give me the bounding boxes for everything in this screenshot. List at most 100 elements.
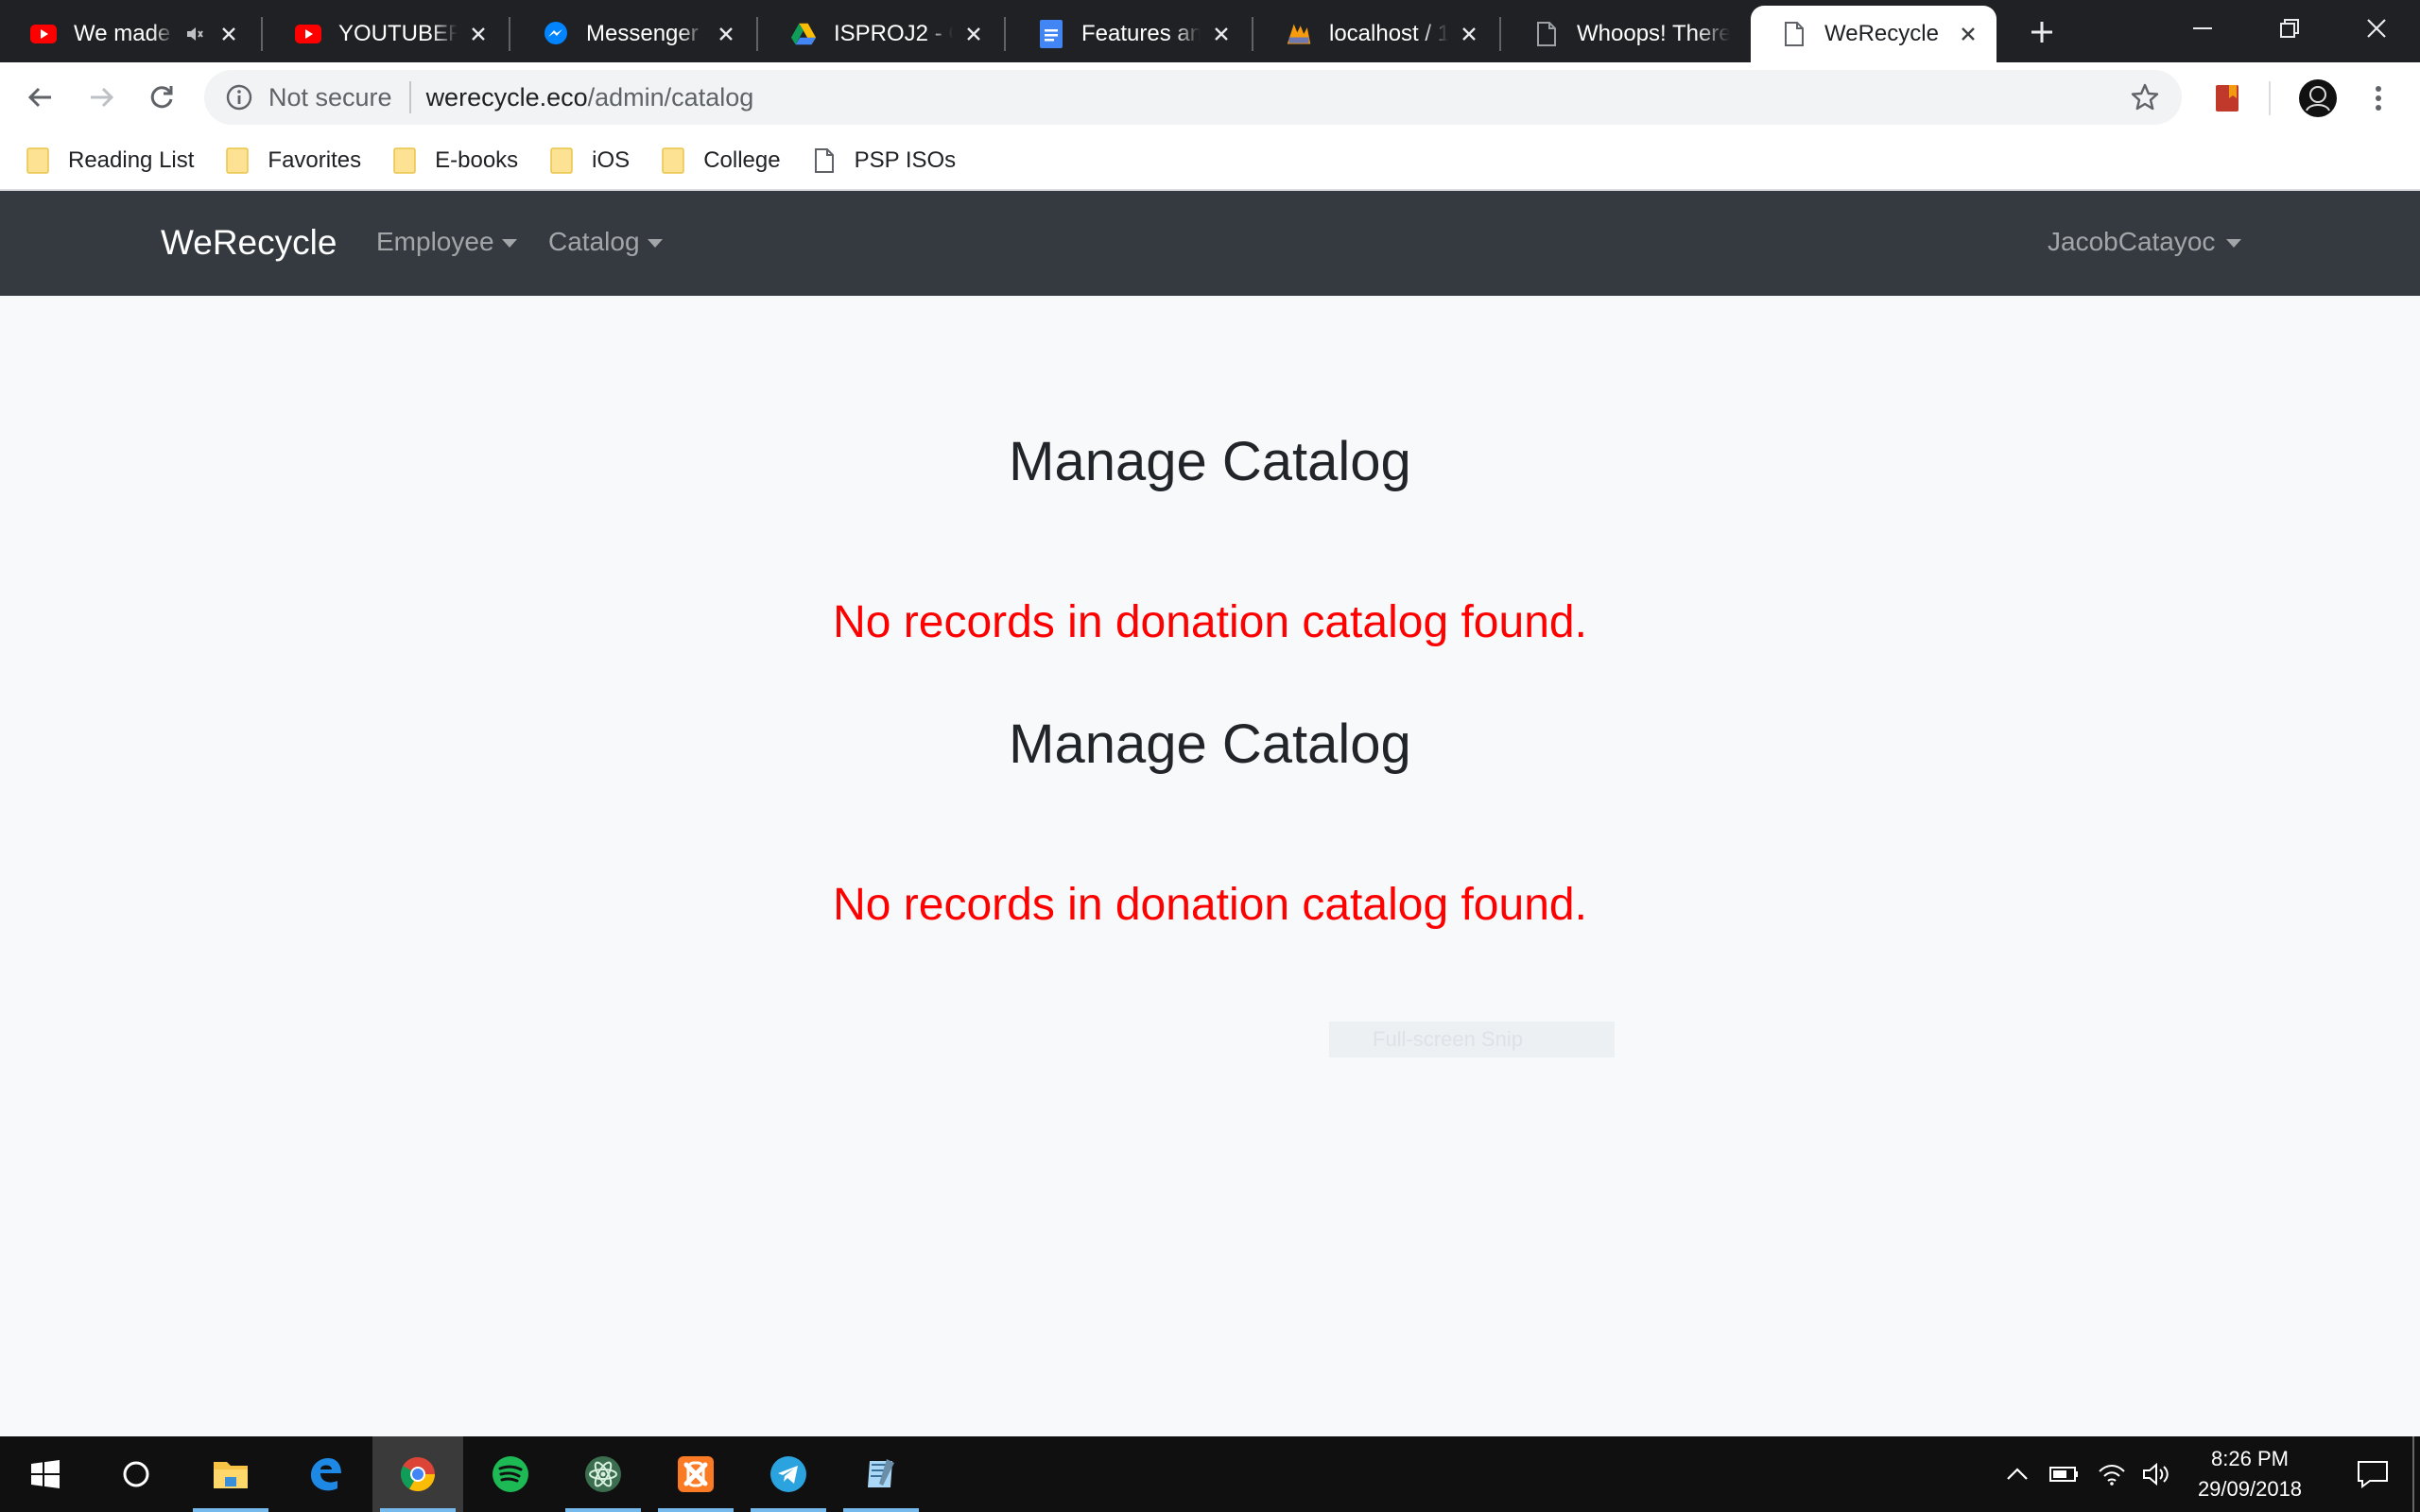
close-icon[interactable] bbox=[1208, 21, 1235, 47]
back-button[interactable] bbox=[19, 76, 62, 119]
page-content: Manage Catalog No records in donation ca… bbox=[0, 296, 2420, 1436]
wifi-icon[interactable] bbox=[2089, 1436, 2135, 1512]
tab-separator bbox=[509, 17, 510, 51]
brand-logo-text[interactable]: WeRecycle bbox=[161, 223, 337, 263]
close-icon[interactable] bbox=[465, 21, 492, 47]
notepad-button[interactable] bbox=[836, 1436, 926, 1512]
telegram-icon bbox=[770, 1456, 806, 1492]
tray-overflow-chevron-up-icon[interactable] bbox=[1995, 1436, 2040, 1512]
start-icon bbox=[31, 1460, 60, 1488]
start-button[interactable] bbox=[0, 1436, 91, 1512]
action-center-button[interactable] bbox=[2335, 1436, 2411, 1512]
page-icon bbox=[813, 147, 836, 174]
volume-icon[interactable] bbox=[2135, 1436, 2180, 1512]
cortana-icon bbox=[123, 1461, 149, 1487]
folder-icon bbox=[226, 147, 250, 174]
notification-icon bbox=[2358, 1461, 2388, 1488]
google-drive-icon bbox=[790, 21, 817, 47]
address-bar[interactable]: Not secure werecycle.eco/admin/catalog bbox=[204, 70, 2182, 125]
bookmark-label: PSP ISOs bbox=[854, 147, 957, 173]
battery-icon[interactable] bbox=[2042, 1436, 2087, 1512]
extension-icon[interactable] bbox=[2208, 79, 2246, 117]
bookmark-label: College bbox=[703, 147, 781, 173]
bookmark-label: E-books bbox=[435, 147, 519, 173]
bookmark-ios[interactable]: iOS bbox=[550, 140, 630, 181]
url-host: werecycle.eco bbox=[425, 82, 588, 112]
tab-youtuber-games[interactable]: YOUTUBER GAMES bbox=[265, 6, 507, 62]
page-icon bbox=[1533, 21, 1560, 47]
close-icon[interactable] bbox=[1955, 21, 1981, 47]
atom-icon bbox=[585, 1456, 621, 1492]
bookmark-label: iOS bbox=[592, 147, 631, 173]
minimize-icon bbox=[2193, 27, 2212, 29]
telegram-button[interactable] bbox=[743, 1436, 834, 1512]
file-explorer-button[interactable] bbox=[185, 1436, 276, 1512]
restore-button[interactable] bbox=[2246, 0, 2333, 57]
speaker-muted-icon[interactable] bbox=[182, 21, 208, 47]
youtube-icon bbox=[30, 21, 57, 47]
tab-title: Messenger bbox=[586, 21, 699, 46]
tab-youtube-video[interactable]: We made a YouTube video bbox=[0, 6, 257, 62]
close-icon[interactable] bbox=[216, 21, 242, 47]
tab-google-drive[interactable]: ISPROJ2 - Google Drive bbox=[760, 6, 1002, 62]
cortana-button[interactable] bbox=[91, 1436, 182, 1512]
minimize-button[interactable] bbox=[2159, 0, 2246, 57]
info-icon[interactable] bbox=[223, 81, 255, 113]
tab-title: Whoops! There was an error bbox=[1577, 21, 1730, 46]
new-tab-button[interactable] bbox=[2021, 11, 2063, 53]
page-title: Manage Catalog bbox=[1009, 431, 1411, 492]
nav-catalog-dropdown[interactable]: Catalog bbox=[548, 227, 663, 257]
atom-button[interactable] bbox=[558, 1436, 648, 1512]
forward-button[interactable] bbox=[79, 76, 123, 119]
folder-icon bbox=[550, 147, 573, 174]
security-status[interactable]: Not secure bbox=[268, 83, 392, 112]
tab-title: YOUTUBER GAMES bbox=[338, 21, 458, 46]
bookmark-star-icon[interactable] bbox=[2129, 81, 2161, 113]
bookmark-college[interactable]: College bbox=[662, 140, 781, 181]
tab-title: localhost / 127.0.0.1 bbox=[1329, 21, 1448, 46]
close-icon bbox=[2367, 19, 2386, 38]
tab-separator bbox=[756, 17, 758, 51]
xampp-button[interactable] bbox=[650, 1436, 741, 1512]
close-icon[interactable] bbox=[713, 21, 739, 47]
url-text[interactable]: werecycle.eco/admin/catalog bbox=[426, 83, 754, 112]
tab-phpmyadmin[interactable]: localhost / 127.0.0.1 bbox=[1255, 6, 1497, 62]
nav-employee-dropdown[interactable]: Employee bbox=[376, 227, 517, 257]
show-desktop-button[interactable] bbox=[2412, 1436, 2414, 1512]
user-menu-dropdown[interactable]: JacobCatayoc bbox=[2048, 227, 2242, 257]
chrome-button[interactable] bbox=[372, 1436, 463, 1512]
restore-icon bbox=[2280, 19, 2299, 38]
bookmark-reading-list[interactable]: Reading List bbox=[26, 140, 194, 181]
caret-down-icon bbox=[501, 238, 517, 248]
page-title-duplicate: Manage Catalog bbox=[1009, 713, 1411, 775]
phpmyadmin-icon bbox=[1286, 21, 1312, 47]
tab-werecycle[interactable]: WeRecycle bbox=[1751, 6, 1996, 62]
browser-tab-strip: We made a YouTube video YOUTUBER GAMES M… bbox=[0, 0, 2420, 62]
tab-google-docs[interactable]: Features and bbox=[1008, 6, 1250, 62]
close-icon[interactable] bbox=[1456, 21, 1482, 47]
notepad-icon bbox=[868, 1459, 894, 1487]
bookmark-e-books[interactable]: E-books bbox=[393, 140, 518, 181]
caret-down-icon bbox=[2226, 238, 2242, 248]
tab-title: WeRecycle bbox=[1824, 21, 1939, 46]
taskbar-clock[interactable]: 8:26 PM 29/09/2018 bbox=[2174, 1444, 2325, 1504]
tab-messenger[interactable]: Messenger bbox=[512, 6, 754, 62]
messenger-icon bbox=[543, 21, 569, 47]
reload-icon bbox=[150, 86, 173, 109]
empty-catalog-message-duplicate: No records in donation catalog found. bbox=[833, 880, 1587, 930]
url-path: /admin/catalog bbox=[587, 82, 754, 112]
spotify-button[interactable] bbox=[465, 1436, 556, 1512]
tab-separator bbox=[261, 17, 263, 51]
close-window-button[interactable] bbox=[2333, 0, 2420, 57]
profile-avatar[interactable] bbox=[2297, 77, 2339, 119]
bookmark-psp-isos[interactable]: PSP ISOs bbox=[813, 140, 957, 181]
menu-kebab-icon[interactable] bbox=[2360, 79, 2397, 117]
bookmark-label: Favorites bbox=[268, 147, 362, 173]
browser-toolbar: Not secure werecycle.eco/admin/catalog bbox=[0, 62, 2420, 132]
close-icon[interactable] bbox=[960, 21, 987, 47]
bookmark-favorites[interactable]: Favorites bbox=[226, 140, 361, 181]
edge-button[interactable] bbox=[280, 1436, 371, 1512]
reload-button[interactable] bbox=[140, 76, 183, 119]
toolbar-divider bbox=[2269, 81, 2271, 115]
tab-whoops-error[interactable]: Whoops! There was an error bbox=[1503, 6, 1745, 62]
